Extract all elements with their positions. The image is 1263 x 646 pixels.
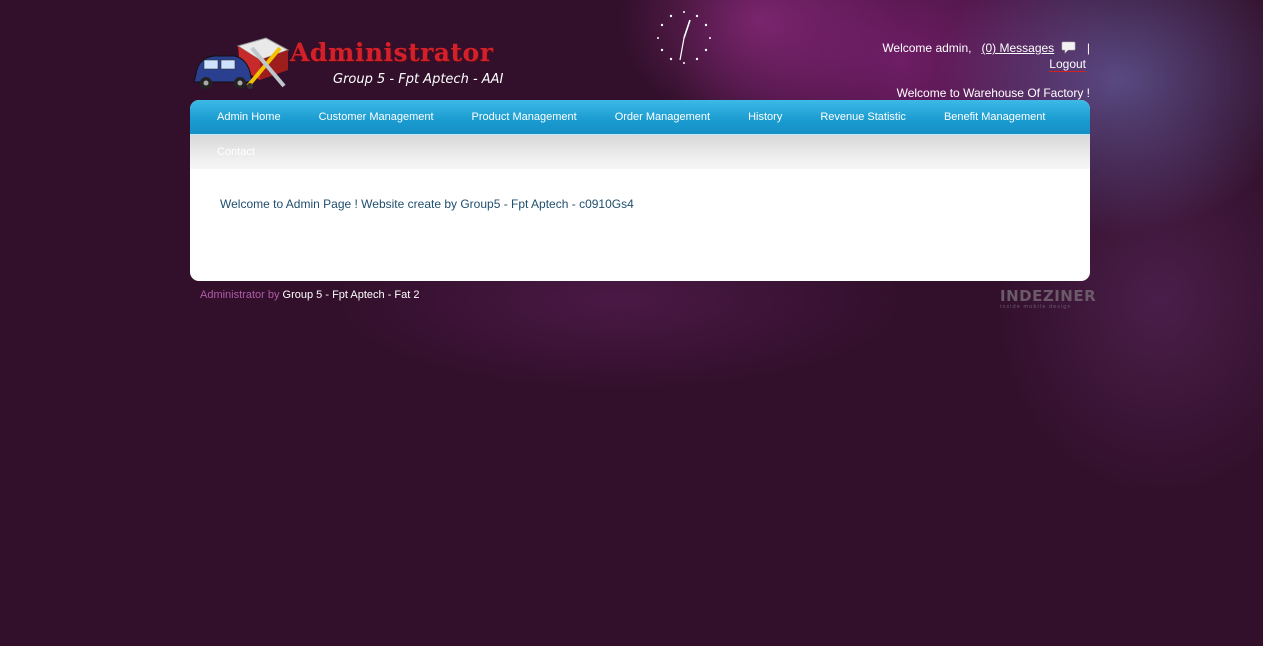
- designer-logo[interactable]: INDEZINER inside mobile design: [1000, 288, 1096, 310]
- messages-link[interactable]: (0) Messages: [981, 41, 1054, 55]
- nav-contact[interactable]: Contact: [217, 135, 255, 169]
- footer: Administrator by Group 5 - Fpt Aptech - …: [200, 289, 420, 301]
- footer-credit: Group 5 - Fpt Aptech - Fat 2: [282, 289, 420, 301]
- logout-link[interactable]: Logout: [1049, 57, 1086, 72]
- main-nav-overflow: Contact: [190, 135, 1090, 169]
- site-welcome-text: Welcome to Warehouse Of Factory !: [896, 86, 1090, 100]
- speech-bubble-icon[interactable]: [1061, 41, 1076, 54]
- logo-subtitle: Group 5 - Fpt Aptech - AAI: [333, 72, 504, 87]
- nav-admin-home[interactable]: Admin Home: [217, 100, 281, 134]
- main-panel: Admin Home Customer Management Product M…: [190, 100, 1090, 281]
- nav-order-management[interactable]: Order Management: [615, 100, 710, 134]
- clock-icon: [657, 11, 711, 64]
- nav-customer-management[interactable]: Customer Management: [319, 100, 434, 134]
- logo-title: Administrator: [290, 38, 494, 67]
- nav-benefit-management[interactable]: Benefit Management: [944, 100, 1046, 134]
- nav-revenue-statistic[interactable]: Revenue Statistic: [820, 100, 906, 134]
- page-content: Welcome to Admin Page ! Website create b…: [190, 169, 1090, 211]
- user-panel: Welcome admin, (0) Messages | Logout: [830, 41, 1090, 72]
- car-tools-icon: [193, 37, 290, 89]
- site-logo[interactable]: Administrator Group 5 - Fpt Aptech - AAI: [190, 32, 530, 94]
- page-background: Administrator Group 5 - Fpt Aptech - AAI…: [0, 0, 1263, 646]
- welcome-user-text: Welcome admin,: [882, 41, 972, 55]
- welcome-message: Welcome to Admin Page ! Website create b…: [220, 197, 634, 211]
- designer-logo-text: INDEZINER: [1000, 287, 1097, 305]
- main-nav: Admin Home Customer Management Product M…: [190, 100, 1090, 135]
- footer-lead: Administrator by: [200, 289, 280, 301]
- nav-product-management[interactable]: Product Management: [472, 100, 577, 134]
- separator: |: [1086, 41, 1090, 55]
- nav-history[interactable]: History: [748, 100, 782, 134]
